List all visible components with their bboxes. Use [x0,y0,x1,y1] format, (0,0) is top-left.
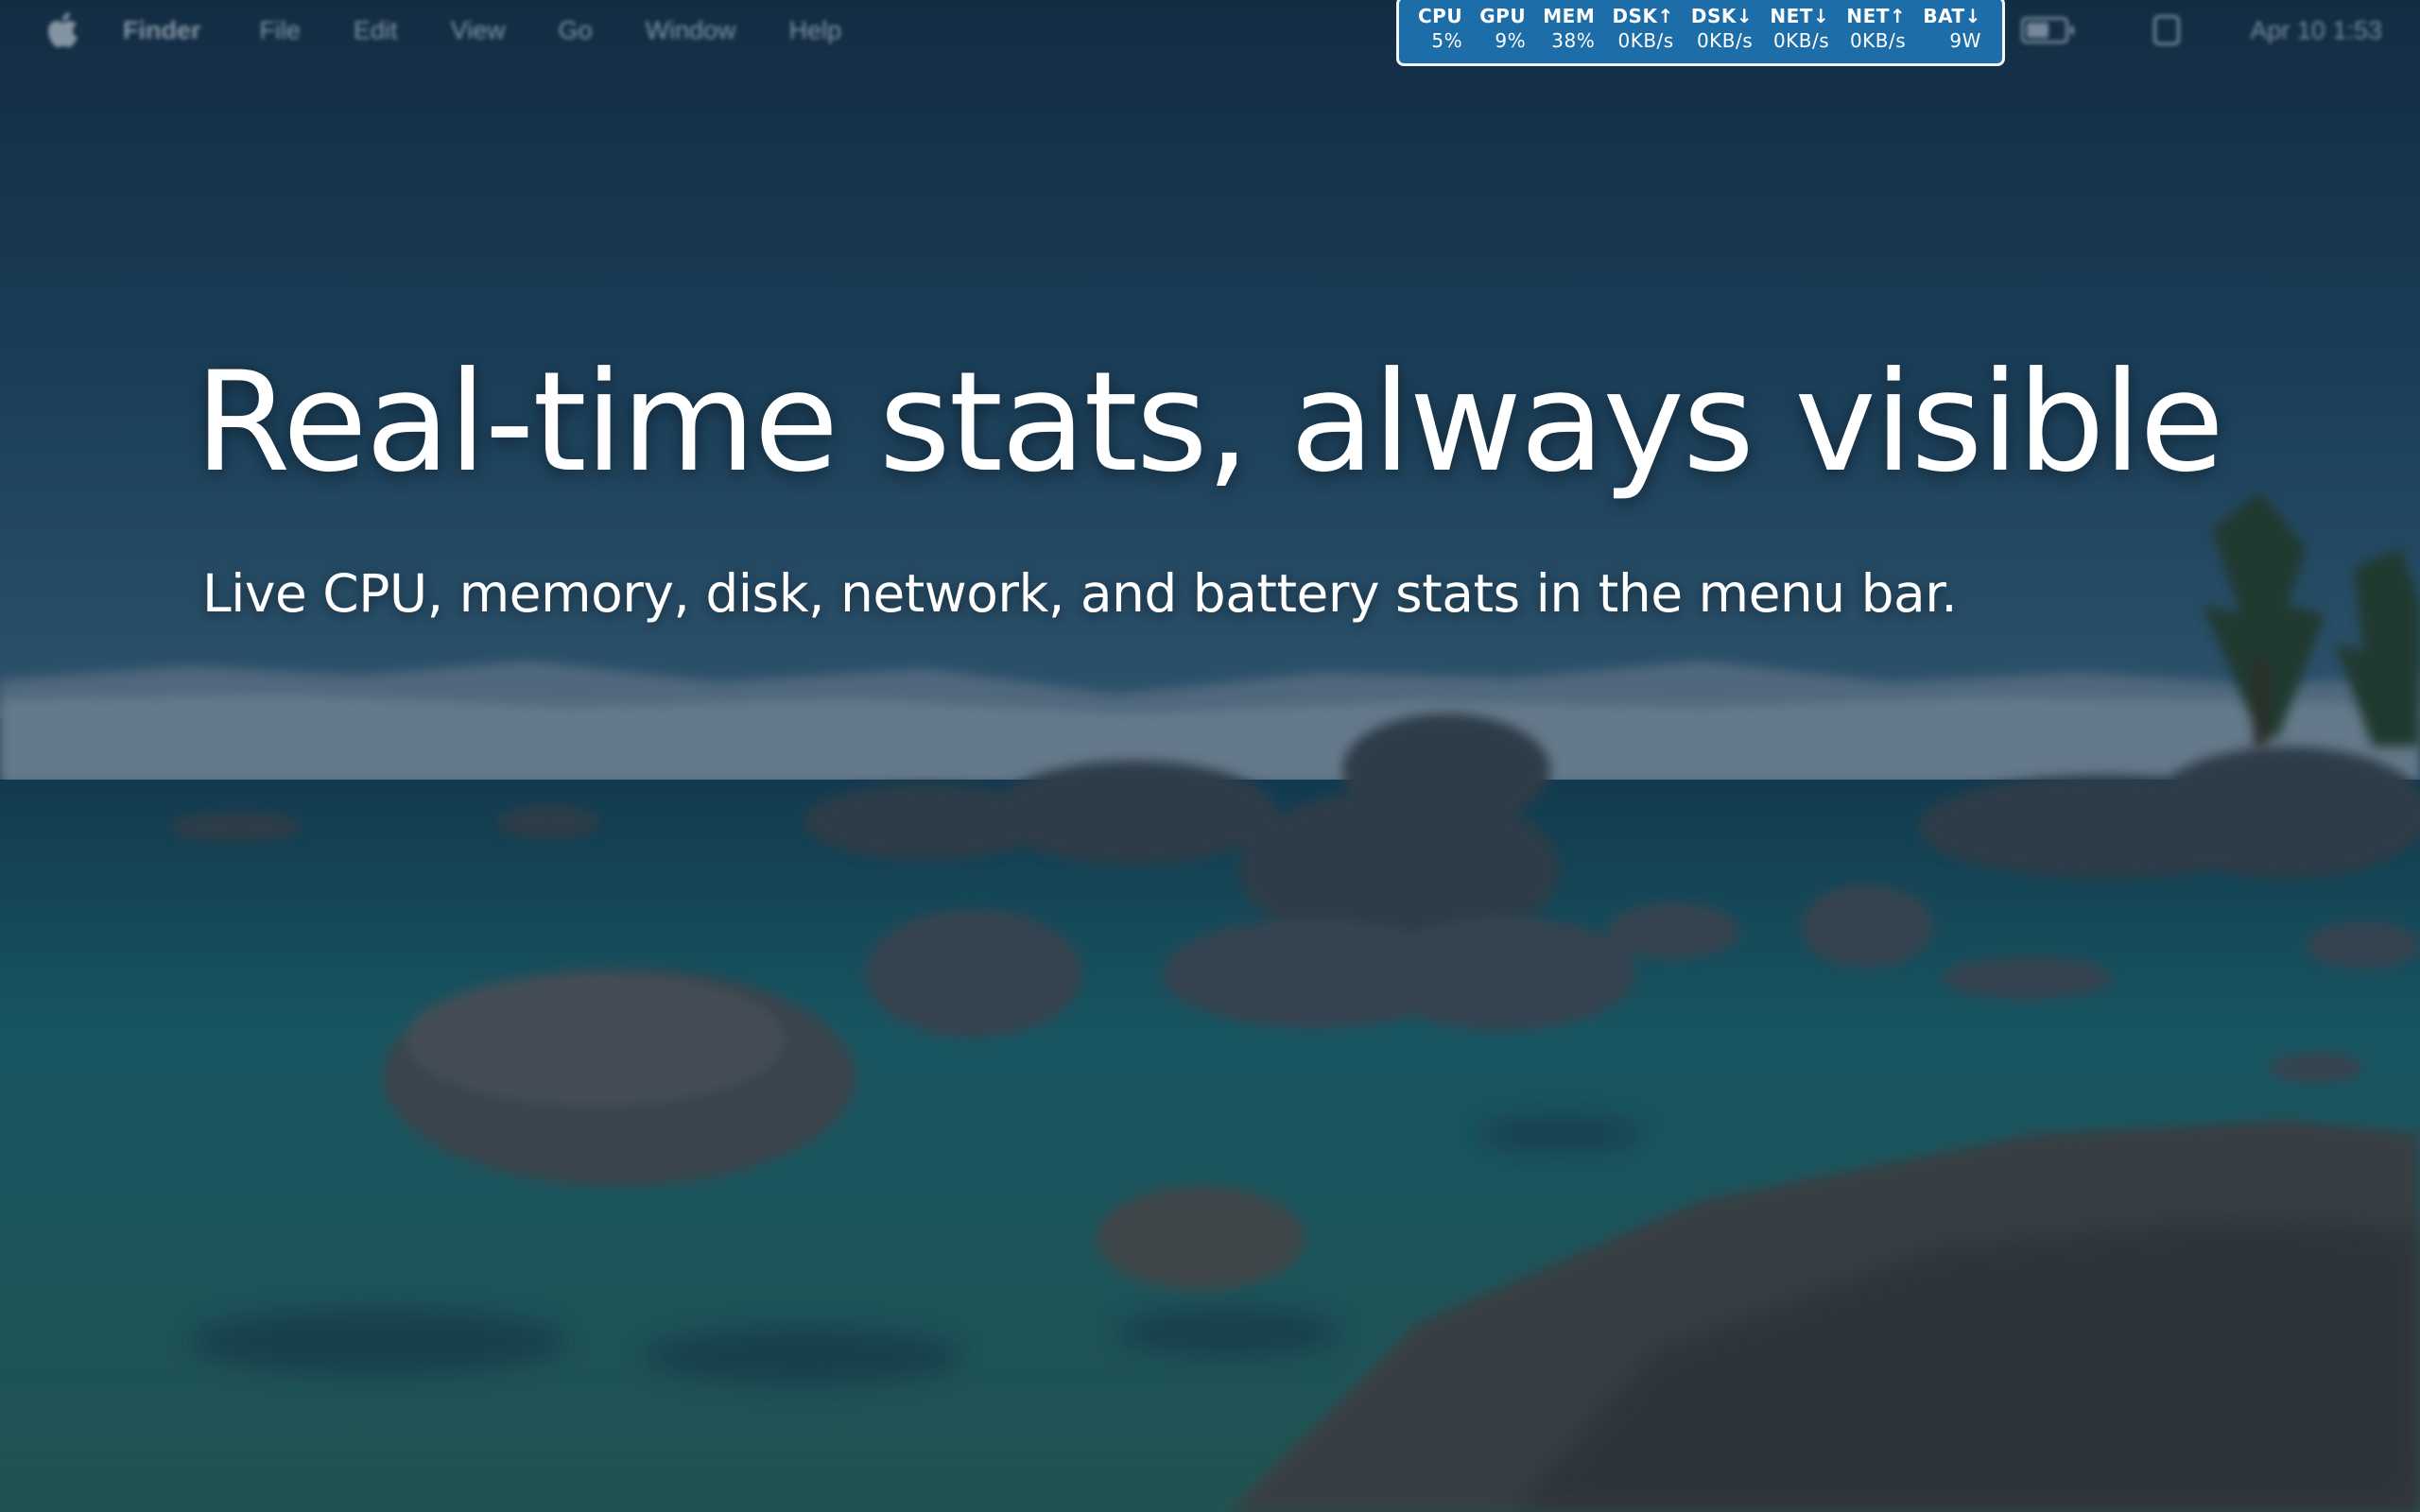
stat-label: DSK↓ [1690,5,1754,27]
stat-value: 9W [1949,29,1981,52]
battery-level-fill [2027,23,2049,38]
stat-net-up: NET↑ 0KB/s [1846,7,1906,63]
menu-view[interactable]: View [451,16,506,45]
menu-app-name[interactable]: Finder [123,16,201,45]
stat-value: 0KB/s [1617,29,1674,52]
stat-cpu: CPU 5% [1418,7,1462,63]
menu-bar: Finder File Edit View Go Window Help Apr… [0,0,2420,60]
menu-bar-left: Finder File Edit View Go Window Help [0,0,894,60]
stat-label: BAT↓ [1923,5,1981,27]
battery-icon[interactable] [2021,17,2075,43]
menu-edit[interactable]: Edit [354,16,398,45]
stat-label: NET↑ [1846,5,1907,27]
menu-help[interactable]: Help [789,16,842,45]
stat-value: 0KB/s [1849,29,1907,52]
menu-bar-stats-widget[interactable]: CPU 5% GPU 9% MEM 38% DSK↑ 0KB/s DSK↓ 0K… [1396,0,2005,66]
wallpaper-dim-overlay [0,0,2420,1512]
menu-bar-clock[interactable]: Apr 10 1:53 [2250,16,2382,45]
stat-label: NET↓ [1770,5,1830,27]
stat-label: MEM [1543,5,1596,27]
stat-memory: MEM 38% [1543,7,1595,63]
stat-gpu: GPU 9% [1479,7,1526,63]
stat-value: 38% [1551,29,1596,52]
stat-battery: BAT↓ 9W [1923,7,1981,63]
stat-label: CPU [1418,5,1463,27]
stat-net-down: NET↓ 0KB/s [1770,7,1829,63]
hero-subheadline: Live CPU, memory, disk, network, and bat… [202,563,1958,624]
menu-go[interactable]: Go [559,16,593,45]
stat-value: 0KB/s [1696,29,1754,52]
stat-value: 9% [1495,29,1527,52]
stat-label: DSK↑ [1612,5,1674,27]
hero-headline: Real-time stats, always visible [195,342,2224,503]
stat-label: GPU [1479,5,1527,27]
stat-value: 5% [1431,29,1463,52]
menu-bar-right: Apr 10 1:53 [2021,0,2382,60]
control-center-icon[interactable] [2153,15,2181,45]
apple-logo-icon[interactable] [47,12,79,48]
stat-disk-write: DSK↑ 0KB/s [1612,7,1673,63]
stat-value: 0KB/s [1772,29,1830,52]
stat-disk-read: DSK↓ 0KB/s [1691,7,1753,63]
menu-window[interactable]: Window [646,16,736,45]
menu-file[interactable]: File [260,16,302,45]
